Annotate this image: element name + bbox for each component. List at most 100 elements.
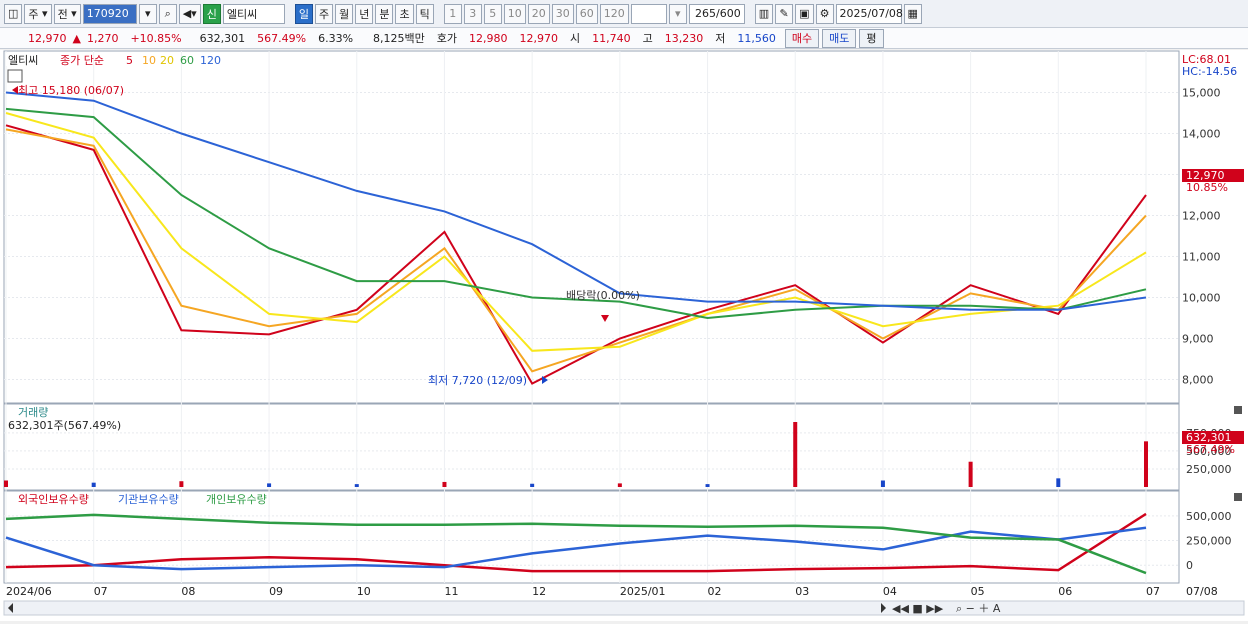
last-price-pct: 10.85%: [1186, 181, 1228, 194]
eval-button[interactable]: 평: [859, 28, 884, 48]
count-input[interactable]: 265/600: [688, 3, 745, 24]
x-tick-label: 09: [269, 585, 283, 598]
current-price: 12,970: [28, 31, 67, 45]
interval-1[interactable]: 1: [443, 3, 462, 24]
price-y-tick: 11,000: [1182, 251, 1221, 264]
legend-ma-120: 120: [200, 54, 221, 67]
tab-tick[interactable]: 틱: [415, 3, 434, 24]
search-icon[interactable]: ⌕: [158, 3, 177, 24]
quote-bar: 12,970 ▲ 1,270 +10.85% 632,301 567.49% 6…: [0, 28, 1248, 49]
price-y-tick: 8,000: [1182, 374, 1214, 387]
x-tick-label: 06: [1058, 585, 1072, 598]
price-y-tick: 9,000: [1182, 333, 1214, 346]
volume-close-icon[interactable]: [1234, 406, 1242, 414]
tab-minute[interactable]: 분: [375, 3, 394, 24]
x-tick-label: 04: [883, 585, 897, 598]
x-tick-label: 11: [444, 585, 458, 598]
price-y-tick: 15,000: [1182, 87, 1221, 100]
period-select[interactable]: 주 ▾: [24, 3, 52, 24]
x-tick-label: 12: [532, 585, 546, 598]
dividend-annotation: 배당락(0.00%): [566, 289, 640, 302]
interval-120[interactable]: 120: [599, 3, 629, 24]
interval-10[interactable]: 10: [503, 3, 526, 24]
sell-button[interactable]: 매도: [822, 28, 857, 48]
interval-5[interactable]: 5: [483, 3, 502, 24]
legend-ma-60: 60: [180, 54, 194, 67]
interval-30[interactable]: 30: [551, 3, 574, 24]
legend-stock-name: 엘티씨: [8, 54, 38, 67]
draw-tool-icon[interactable]: ✎: [775, 3, 794, 24]
gear-icon[interactable]: ⚙: [815, 3, 834, 24]
legend-ma-20: 20: [160, 54, 174, 67]
volume-value: 632,301: [199, 31, 246, 45]
tab-week[interactable]: 주: [314, 3, 334, 24]
change-value: 1,270: [86, 31, 119, 45]
volume-panel: [3, 403, 1180, 491]
x-tick-label: 2025/01: [620, 585, 666, 598]
holding-y-tick: 0: [1186, 559, 1193, 572]
zoom-tools-icon[interactable]: ⌕ − ＋ A: [956, 602, 1001, 615]
x-tick-label: 07: [94, 585, 108, 598]
y-axis-labels: 15,00014,00013,00012,00011,00010,0009,00…: [1182, 87, 1232, 573]
volume-percent: 567.49%: [257, 31, 307, 45]
count-value: 265: [695, 7, 716, 20]
volume-y-tick: 250,000: [1186, 463, 1232, 476]
prev-label: 전: [57, 7, 68, 21]
interval-60[interactable]: 60: [575, 3, 598, 24]
legend-ma-5: 5: [126, 54, 133, 67]
stock-code-input[interactable]: 170920: [82, 3, 137, 24]
ask-price-1: 12,980: [469, 31, 508, 45]
speaker-icon[interactable]: ◀▾: [178, 3, 201, 24]
volume-bar: [179, 481, 184, 487]
interval-20[interactable]: 20: [527, 3, 550, 24]
scrollbar[interactable]: [3, 600, 1245, 616]
holding-close-icon[interactable]: [1234, 493, 1242, 501]
ask-price-2: 12,970: [519, 31, 559, 45]
date-input[interactable]: 2025/07/08: [835, 3, 903, 24]
save-icon[interactable]: ▣: [795, 3, 814, 24]
legend-ma-10: 10: [142, 54, 156, 67]
count-max: /600: [716, 7, 741, 20]
chart-svg[interactable]: 15,00014,00013,00012,00011,00010,0009,00…: [0, 50, 1248, 621]
low-price: 11,560: [737, 31, 776, 45]
x-tick-label: 2024/06: [6, 585, 52, 598]
interval-3[interactable]: 3: [463, 3, 482, 24]
interval-dropdown-icon[interactable]: ▾: [668, 3, 687, 24]
legend-institution: 기관보유수량: [118, 493, 179, 506]
volume-bar: [880, 480, 885, 487]
hc-text: HC:-14.56: [1182, 65, 1237, 78]
change-arrow-icon: ▲: [72, 31, 81, 45]
high-label: 고: [642, 32, 653, 45]
code-dropdown-icon[interactable]: ▾: [138, 3, 157, 24]
tab-day[interactable]: 일: [294, 3, 313, 24]
volume-last-pct: 567.49%: [1186, 443, 1235, 456]
legend-foreign: 외국인보유수량: [18, 493, 89, 506]
playback-controls-icon[interactable]: ◀◀ ■ ▶▶: [892, 602, 944, 615]
new-badge: 신: [202, 3, 221, 24]
high-annotation: 최고 15,180 (06/07): [18, 84, 124, 97]
chart-type-icon[interactable]: ▥: [754, 3, 774, 24]
x-axis-labels: 2024/06 07 08 09 10 11 12 2025/01 02 03 04 05 06 07 07…: [6, 585, 1218, 598]
open-label: 시: [570, 32, 581, 45]
x-tick-label: 03: [795, 585, 809, 598]
chart-area[interactable]: 15,00014,00013,00012,00011,00010,0009,00…: [0, 50, 1248, 621]
tab-second[interactable]: 초: [395, 3, 414, 24]
volume-bar: [1056, 478, 1061, 487]
ask-label: 호가: [436, 32, 458, 45]
table-icon[interactable]: [7, 69, 23, 83]
low-label: 저: [715, 32, 726, 45]
high-price: 13,230: [664, 31, 704, 45]
tab-month[interactable]: 월: [335, 3, 354, 24]
stock-name-field[interactable]: 엘티씨: [222, 3, 285, 24]
low-annotation: 최저 7,720 (12/09): [428, 374, 527, 387]
prev-button[interactable]: 전 ▾: [53, 3, 81, 24]
buy-button[interactable]: 매수: [784, 28, 820, 48]
volume-title: 거래량: [18, 406, 48, 419]
layout-icon[interactable]: ◫: [4, 3, 23, 24]
volume-bar: [530, 483, 535, 487]
volume-bar: [442, 481, 447, 487]
interval-custom-input[interactable]: [630, 3, 667, 24]
x-last-date: 07/08: [1186, 585, 1218, 598]
calendar-icon[interactable]: ▦: [903, 3, 922, 24]
tab-year[interactable]: 년: [355, 3, 374, 24]
